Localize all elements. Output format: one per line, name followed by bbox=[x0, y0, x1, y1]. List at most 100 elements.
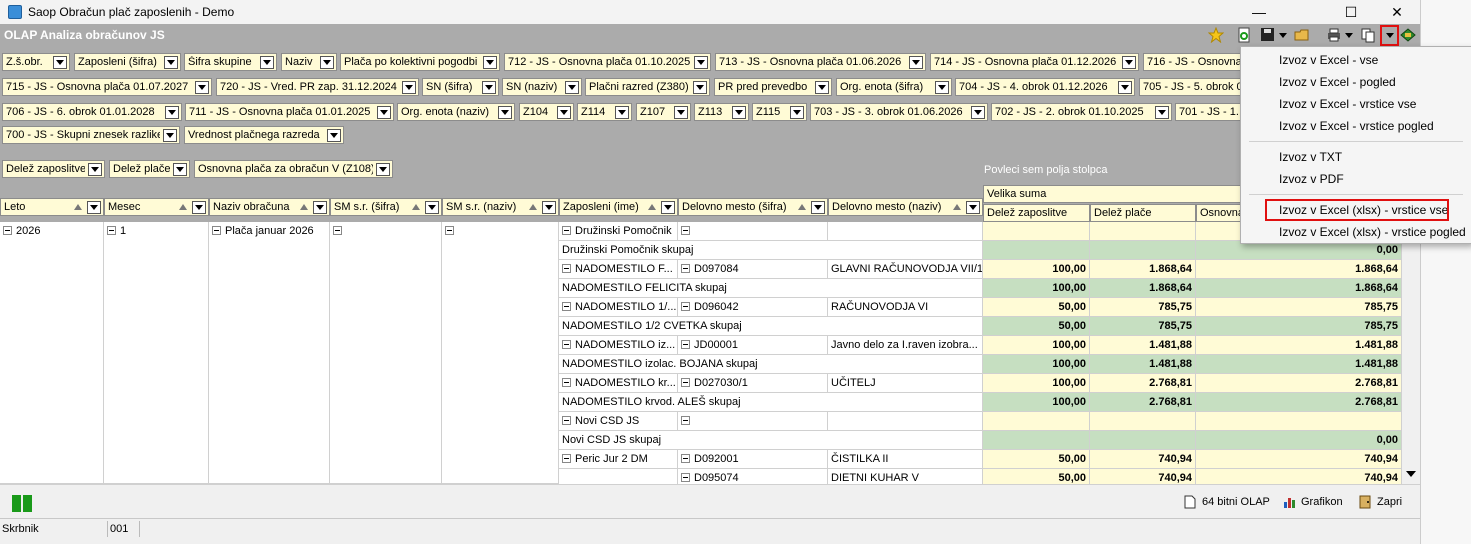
chevron-down-icon[interactable] bbox=[88, 162, 102, 176]
grafikon-button[interactable]: Grafikon bbox=[1283, 495, 1343, 509]
row-header-leto[interactable]: Leto bbox=[0, 198, 104, 216]
chevron-down-icon[interactable] bbox=[53, 55, 67, 69]
filter-chip[interactable]: 703 - JS - 3. obrok 01.06.2026 bbox=[810, 103, 988, 121]
chevron-down-icon[interactable] bbox=[320, 55, 334, 69]
collapse-icon[interactable] bbox=[445, 226, 454, 235]
star-icon[interactable] bbox=[1208, 27, 1224, 43]
chevron-down-icon[interactable] bbox=[790, 105, 804, 119]
chevron-down-icon[interactable] bbox=[327, 128, 341, 142]
chevron-down-icon[interactable] bbox=[815, 80, 829, 94]
row-header-sm-naziv[interactable]: SM s.r. (naziv) bbox=[442, 198, 559, 216]
scroll-down-icon[interactable] bbox=[1403, 466, 1419, 482]
menu-item-excel-pogled[interactable]: Izvoz v Excel - pogled bbox=[1241, 71, 1471, 93]
row-header-dm-sifra[interactable]: Delovno mesto (šifra) bbox=[678, 198, 828, 216]
filter-chip[interactable]: 715 - JS - Osnovna plača 01.07.2027 bbox=[2, 78, 212, 96]
filter-chip[interactable]: 714 - JS - Osnovna plača 01.12.2026 bbox=[930, 53, 1139, 71]
chevron-down-icon[interactable] bbox=[811, 200, 825, 214]
collapse-icon[interactable] bbox=[681, 264, 690, 273]
chevron-down-icon[interactable] bbox=[1122, 55, 1136, 69]
filter-chip[interactable]: 712 - JS - Osnovna plača 01.10.2025 bbox=[504, 53, 711, 71]
copy-icon[interactable] bbox=[1360, 27, 1376, 43]
filter-chip[interactable]: PR pred prevedbo bbox=[714, 78, 832, 96]
chevron-down-icon[interactable] bbox=[173, 162, 187, 176]
leto-cell[interactable]: 2026 bbox=[0, 222, 104, 484]
dm-sifra-cell[interactable]: D027030/1 bbox=[678, 374, 828, 393]
filter-chip[interactable]: SN (šifra) bbox=[422, 78, 499, 96]
sort-icon[interactable] bbox=[953, 204, 961, 210]
filter-chip[interactable]: Z104 bbox=[519, 103, 574, 121]
chevron-down-icon[interactable] bbox=[1118, 80, 1132, 94]
chevron-down-icon[interactable] bbox=[313, 200, 327, 214]
filter-chip[interactable]: Vrednost plačnega razreda bbox=[184, 126, 344, 144]
save-dropdown-icon[interactable] bbox=[1278, 27, 1288, 43]
sort-icon[interactable] bbox=[648, 204, 656, 210]
filter-chip[interactable]: 700 - JS - Skupni znesek razlike bbox=[2, 126, 180, 144]
filter-chip[interactable]: Plačni razred (Z380) bbox=[585, 78, 710, 96]
menu-item-pdf[interactable]: Izvoz v PDF bbox=[1241, 168, 1471, 190]
dm-sifra-cell[interactable]: JD00001 bbox=[678, 336, 828, 355]
filter-chip[interactable]: 706 - JS - 6. obrok 01.01.2028 bbox=[2, 103, 182, 121]
chevron-down-icon[interactable] bbox=[693, 80, 707, 94]
sort-icon[interactable] bbox=[529, 204, 537, 210]
menu-item-xlsx-vrstice-pogled[interactable]: Izvoz v Excel (xlsx) - vrstice pogled bbox=[1241, 221, 1471, 243]
filter-chip[interactable]: Zaposleni (šifra) bbox=[74, 53, 181, 71]
employee-cell[interactable]: NADOMESTILO 1/... bbox=[559, 298, 678, 317]
excel-export-icon[interactable] bbox=[1400, 27, 1416, 43]
maximize-button[interactable]: ☐ bbox=[1328, 0, 1374, 24]
filter-chip[interactable]: Org. enota (naziv) bbox=[397, 103, 515, 121]
filter-chip[interactable]: 704 - JS - 4. obrok 01.12.2026 bbox=[955, 78, 1135, 96]
vertical-scrollbar[interactable] bbox=[1402, 222, 1420, 484]
chevron-down-icon[interactable] bbox=[1155, 105, 1169, 119]
data-field-chip[interactable]: Osnovna plača za obračun V (Z108) bbox=[194, 160, 393, 178]
chevron-down-icon[interactable] bbox=[615, 105, 629, 119]
chevron-down-icon[interactable] bbox=[674, 105, 688, 119]
filter-chip[interactable]: 713 - JS - Osnovna plača 01.06.2026 bbox=[715, 53, 926, 71]
chevron-down-icon[interactable] bbox=[565, 80, 579, 94]
olap64-button[interactable]: 64 bitni OLAP bbox=[1184, 495, 1270, 509]
chevron-down-icon[interactable] bbox=[935, 80, 949, 94]
filter-chip[interactable]: Z114 bbox=[577, 103, 632, 121]
chevron-down-icon[interactable] bbox=[87, 200, 101, 214]
employee-cell[interactable] bbox=[559, 469, 678, 484]
dm-sifra-cell[interactable]: D096042 bbox=[678, 298, 828, 317]
collapse-icon[interactable] bbox=[681, 416, 690, 425]
collapse-icon[interactable] bbox=[333, 226, 342, 235]
chevron-down-icon[interactable] bbox=[557, 105, 571, 119]
filter-chip[interactable]: SN (naziv) bbox=[502, 78, 582, 96]
chevron-down-icon[interactable] bbox=[164, 55, 178, 69]
save-icon[interactable] bbox=[1260, 27, 1276, 43]
collapse-icon[interactable] bbox=[681, 302, 690, 311]
filter-chip[interactable]: Plača po kolektivni pogodbi bbox=[340, 53, 500, 71]
employee-cell[interactable]: NADOMESTILO F... bbox=[559, 260, 678, 279]
employee-cell[interactable]: Družinski Pomočnik bbox=[559, 222, 678, 241]
chevron-down-icon[interactable] bbox=[482, 80, 496, 94]
sort-icon[interactable] bbox=[412, 204, 420, 210]
employee-cell[interactable]: NADOMESTILO kr... bbox=[559, 374, 678, 393]
collapse-icon[interactable] bbox=[107, 226, 116, 235]
menu-item-excel-vse[interactable]: Izvoz v Excel - vse bbox=[1241, 49, 1471, 71]
menu-item-txt[interactable]: Izvoz v TXT bbox=[1241, 146, 1471, 168]
filter-chip[interactable]: Z.š.obr. bbox=[2, 53, 70, 71]
chevron-down-icon[interactable] bbox=[498, 105, 512, 119]
measure-header[interactable]: Delež zaposlitve bbox=[983, 204, 1090, 222]
filter-chip[interactable]: Šifra skupine bbox=[184, 53, 277, 71]
collapse-icon[interactable] bbox=[562, 226, 571, 235]
dm-sifra-cell[interactable]: D097084 bbox=[678, 260, 828, 279]
sort-icon[interactable] bbox=[798, 204, 806, 210]
data-field-chip[interactable]: Delež plače bbox=[109, 160, 190, 178]
collapse-icon[interactable] bbox=[562, 340, 571, 349]
dm-sifra-cell[interactable] bbox=[678, 412, 828, 431]
chevron-down-icon[interactable] bbox=[483, 55, 497, 69]
chevron-down-icon[interactable] bbox=[971, 105, 985, 119]
sm-sifra-cell[interactable] bbox=[330, 222, 442, 484]
chevron-down-icon[interactable] bbox=[163, 128, 177, 142]
chevron-down-icon[interactable] bbox=[376, 162, 390, 176]
open-folder-icon[interactable] bbox=[1294, 27, 1310, 43]
print-dropdown-icon[interactable] bbox=[1344, 27, 1354, 43]
chevron-down-icon[interactable] bbox=[909, 55, 923, 69]
collapse-icon[interactable] bbox=[681, 454, 690, 463]
employee-cell[interactable]: Peric Jur 2 DM bbox=[559, 450, 678, 469]
sort-icon[interactable] bbox=[300, 204, 308, 210]
sm-naziv-cell[interactable] bbox=[442, 222, 559, 484]
collapse-icon[interactable] bbox=[681, 226, 690, 235]
